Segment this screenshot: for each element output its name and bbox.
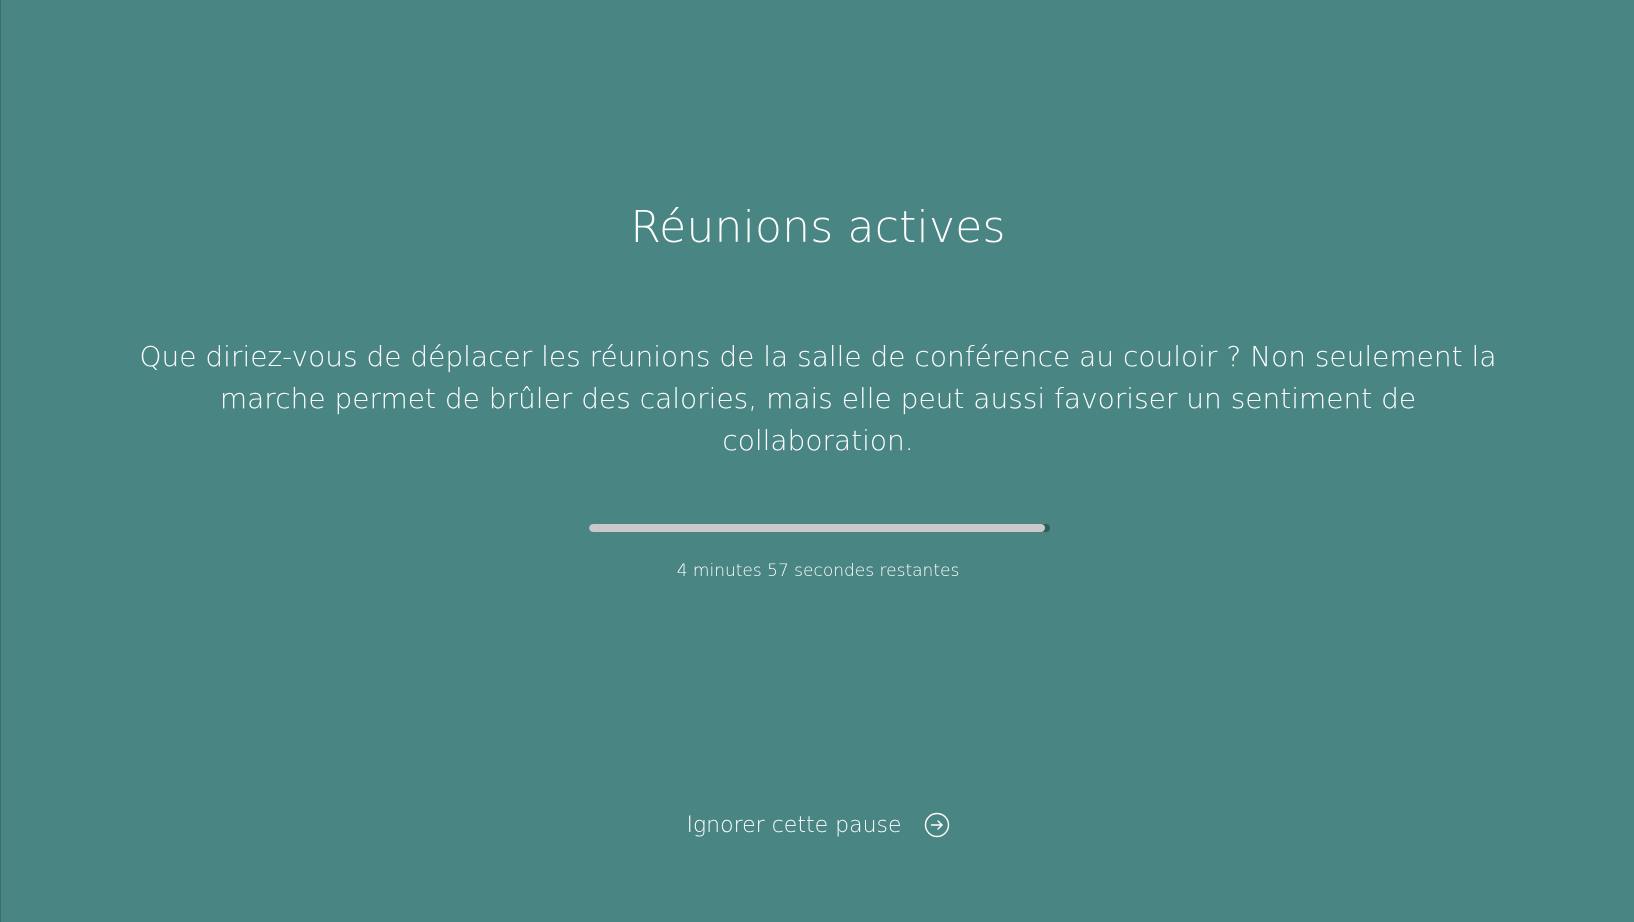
- break-progress-fill: [589, 524, 1046, 532]
- arrow-right-circle-icon: [924, 812, 950, 838]
- break-progress-bar: [589, 524, 1050, 532]
- skip-break-label: Ignorer cette pause: [686, 812, 902, 838]
- time-remaining-text: 4 minutes 57 secondes restantes: [676, 561, 960, 581]
- break-message: Que diriez-vous de déplacer les réunions…: [139, 340, 1497, 457]
- skip-break-button[interactable]: Ignorer cette pause: [1, 812, 1634, 838]
- break-title: Réunions actives: [630, 202, 1006, 253]
- break-screen: Réunions actives Que diriez-vous de dépl…: [0, 0, 1634, 922]
